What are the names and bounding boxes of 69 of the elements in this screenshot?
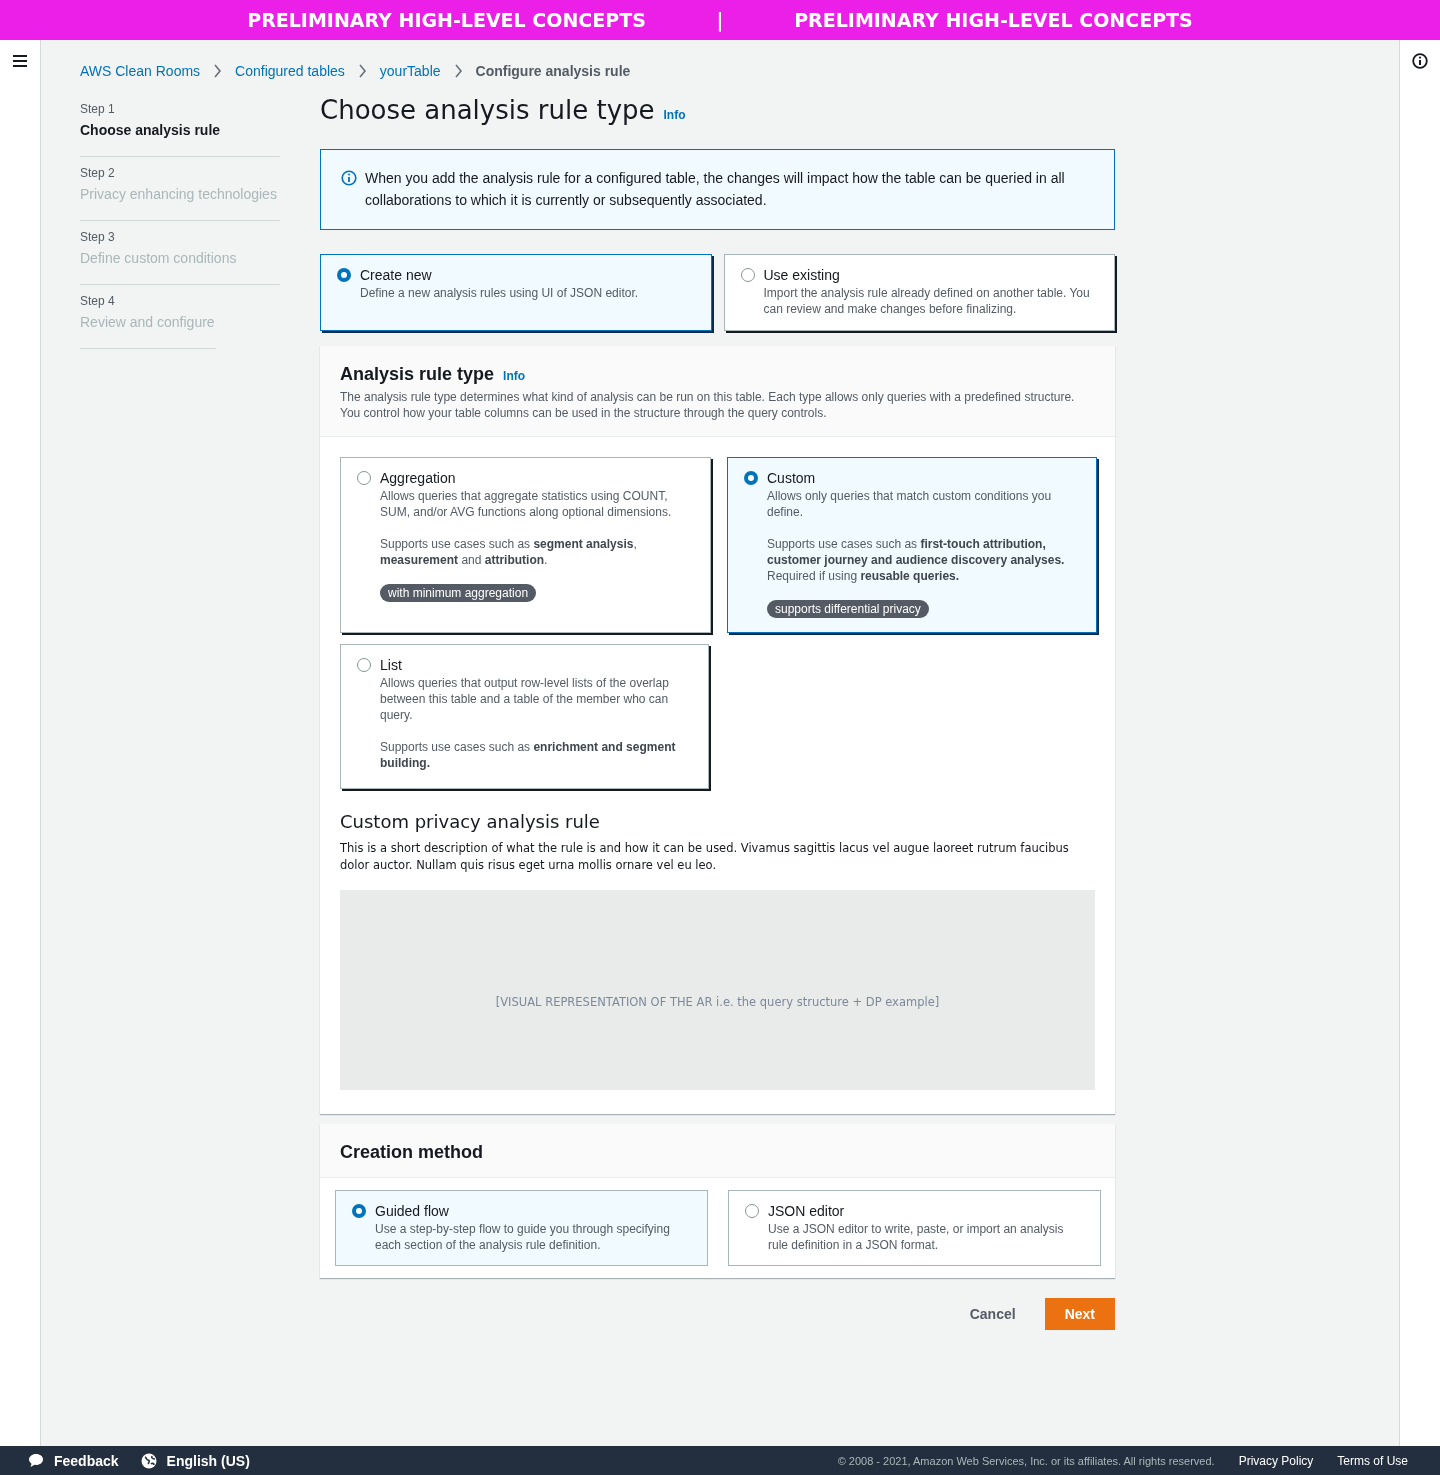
section-description: This is a short description of what the rule is and how it can be used. Vivamus sagittis lacus vel augue laoreet rutrum faucibus dolor auctor. Nullam quis risus eget urna mollis ornare vel eu leo. — [340, 840, 1070, 874]
option-card[interactable]: Create new Define a new analysis rules using UI of JSON editor. — [320, 254, 712, 331]
chevron-icon — [213, 64, 223, 78]
cancel-button[interactable]: Cancel — [960, 1298, 1025, 1330]
globe-icon — [140, 1452, 157, 1469]
option-title: Use existing — [763, 267, 840, 283]
alert-text: When you add the analysis rule for a configured table, the changes will impact how the table can be queried in all collaborations to which it is currently or subsequently associated. — [365, 169, 1066, 210]
step-title[interactable]: Choose analysis rule — [80, 122, 280, 138]
info-icon — [341, 170, 357, 186]
language-selector[interactable]: English (US) — [166, 1452, 250, 1469]
step-number: Step 4 — [80, 294, 116, 308]
option-description: Use a step-by-step flow to guide you through specifying each section of the analysis rule definition. — [375, 1221, 671, 1253]
option-description: Define a new analysis rules using UI of JSON editor. — [360, 285, 640, 301]
option-card[interactable]: List Allows queries that output row-level lists of the overlap between this table and a table of the member who can query. Supports use cases such as enrichment and segment building. — [340, 644, 709, 789]
info-link[interactable]: Info — [503, 369, 526, 383]
option-title: Custom — [767, 470, 816, 486]
section-description: The analysis rule type determines what kind of analysis can be run on this table. Each type allows only queries with a predefined structure. You control how your table columns can be used in the structure through the query controls. — [340, 389, 1076, 421]
info-link[interactable]: Info — [663, 108, 686, 122]
footer-link[interactable]: Privacy Policy — [1238, 1453, 1314, 1468]
option-card[interactable] — [340, 457, 711, 633]
step-number: Step 3 — [80, 230, 116, 244]
breadcrumb-link[interactable]: yourTable — [379, 63, 441, 79]
placeholder-text: [VISUAL REPRESENTATION OF THE AR i.e. the query structure + DP example] — [495, 995, 940, 1009]
step-number: Step 2 — [80, 166, 116, 180]
menu-icon[interactable] — [13, 55, 27, 67]
use-cases-text: Supports use cases such as first-touch attribution, customer journey and audience discovery analyses. Required if using reusable queries. — [767, 536, 1066, 584]
option-title: JSON editor — [768, 1203, 845, 1219]
use-cases-text: Supports use cases such as segment analysis, measurement and attribution. — [380, 536, 638, 568]
breadcrumb-link[interactable]: Configured tables — [235, 63, 345, 79]
option-card[interactable]: Use existing Import the analysis rule already defined on another table. You can review and make changes before finalizing. — [723, 254, 1115, 331]
radio-button[interactable] — [740, 268, 755, 282]
section-title: Analysis rule type — [340, 364, 495, 385]
radio-button[interactable] — [352, 1204, 366, 1218]
option-title: Create new — [360, 267, 432, 283]
banner-text: PRELIMINARY HIGH-LEVEL CONCEPTS — [793, 9, 1194, 31]
chevron-icon — [453, 64, 463, 78]
option-description: Allows queries that aggregate statistics using COUNT, SUM, and/or AVG functions along optional dimensions. — [380, 488, 673, 520]
tag-badge: with minimum aggregation — [380, 584, 537, 602]
page-title: Choose analysis rule type — [320, 95, 655, 125]
option-title: Guided flow — [375, 1203, 449, 1219]
feedback-link[interactable]: Feedback — [54, 1452, 119, 1469]
banner-separator: | — [715, 9, 725, 31]
radio-button[interactable] — [744, 471, 758, 485]
tag-badge: supports differential privacy — [767, 600, 929, 618]
banner-text: PRELIMINARY HIGH-LEVEL CONCEPTS — [246, 9, 647, 31]
section-title: Custom privacy analysis rule — [340, 811, 601, 832]
option-card[interactable]: JSON editor Use a JSON editor to write, paste, or import an analysis rule definition in a JSON format. — [728, 1190, 1101, 1266]
option-description: Allows only queries that match custom conditions you define. — [767, 488, 1053, 520]
option-title: List — [380, 657, 402, 673]
option-description: Import the analysis rule already defined on another table. You can review and make changes before finalizing. — [763, 285, 1091, 317]
breadcrumb-link[interactable]: Configure analysis rule — [475, 63, 631, 79]
radio-button[interactable] — [745, 1204, 759, 1218]
radio-button[interactable] — [357, 471, 371, 485]
footer-link[interactable]: Terms of Use — [1337, 1453, 1408, 1468]
radio-button[interactable] — [337, 268, 351, 282]
use-cases-text: Supports use cases such as enrichment and segment building. — [380, 739, 677, 771]
option-description: Allows queries that output row-level lists of the overlap between this table and a table of the member who can query. — [380, 675, 670, 723]
radio-button[interactable] — [357, 658, 371, 672]
breadcrumb-link[interactable]: AWS Clean Rooms — [80, 63, 201, 79]
option-description: Use a JSON editor to write, paste, or import an analysis rule definition in a JSON format. — [768, 1221, 1065, 1253]
step-number: Step 1 — [80, 102, 116, 116]
section-title: Creation method — [340, 1142, 484, 1163]
option-card[interactable] — [727, 457, 1097, 633]
speech-bubble-icon — [28, 1453, 44, 1468]
chevron-icon — [357, 64, 367, 78]
copyright-text: © 2008 - 2021, Amazon Web Services, Inc. or its affiliates. All rights reserved. — [837, 1454, 1215, 1467]
option-card[interactable]: Guided flow Use a step-by-step flow to guide you through specifying each section of the analysis rule definition. — [335, 1190, 708, 1266]
option-title: Aggregation — [380, 470, 456, 486]
info-icon[interactable] — [1412, 53, 1428, 69]
